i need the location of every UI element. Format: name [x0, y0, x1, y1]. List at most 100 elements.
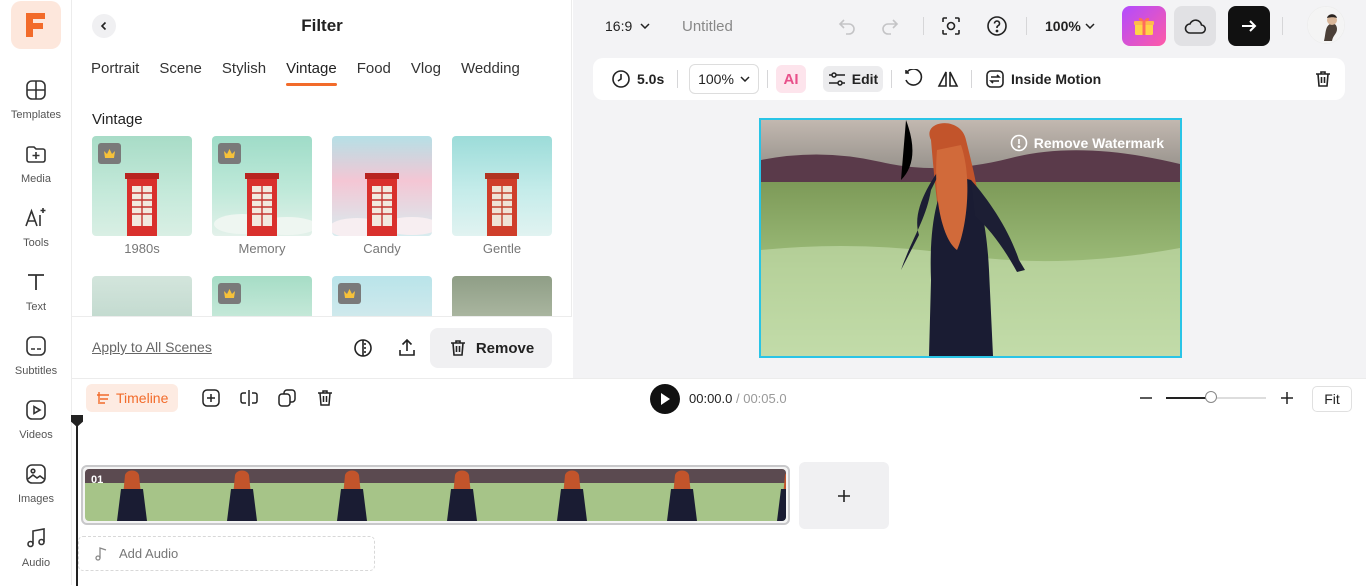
- rail-label: Templates: [10, 109, 62, 121]
- tab-vlog[interactable]: Vlog: [411, 60, 441, 86]
- project-name[interactable]: Untitled: [682, 18, 733, 35]
- zoom-in-icon[interactable]: [1279, 390, 1295, 406]
- help-icon[interactable]: [985, 14, 1009, 38]
- delete-clip-icon[interactable]: [315, 388, 335, 408]
- tab-stylish[interactable]: Stylish: [222, 60, 266, 86]
- chevron-down-icon: [1085, 23, 1095, 29]
- video-canvas[interactable]: Remove Watermark: [759, 118, 1182, 358]
- apply-to-all-scenes-link[interactable]: Apply to All Scenes: [92, 339, 212, 355]
- filter-thumb-1980s[interactable]: [92, 136, 192, 236]
- play-icon: [661, 393, 670, 405]
- ai-label: AI: [783, 70, 799, 88]
- chevron-down-icon: [740, 76, 750, 82]
- rail-item-media[interactable]: Media: [0, 141, 72, 197]
- remove-filter-button[interactable]: Remove: [430, 328, 552, 368]
- export-button[interactable]: [1228, 6, 1270, 46]
- filter-thumb[interactable]: [212, 276, 312, 316]
- zoom-out-icon[interactable]: [1138, 390, 1154, 406]
- inside-motion-button[interactable]: Inside Motion: [985, 58, 1101, 100]
- tab-scene[interactable]: Scene: [159, 60, 202, 86]
- fit-button[interactable]: Fit: [1312, 386, 1352, 412]
- gift-button[interactable]: [1122, 6, 1166, 46]
- info-icon: [1010, 134, 1028, 152]
- crown-icon: [218, 143, 241, 164]
- media-icon: [23, 141, 49, 167]
- rail-item-tools[interactable]: Tools: [0, 205, 72, 261]
- filter-thumb-candy[interactable]: [332, 136, 432, 236]
- divider: [1026, 17, 1027, 35]
- timeline-zoom-slider[interactable]: [1166, 391, 1266, 403]
- zoom-select[interactable]: 100%: [1045, 18, 1095, 34]
- phone-booth-image: [332, 173, 432, 236]
- filter-thumb[interactable]: [452, 276, 552, 316]
- flip-icon[interactable]: [937, 58, 959, 100]
- avatar[interactable]: [1307, 6, 1345, 44]
- text-icon: [23, 269, 49, 295]
- play-button[interactable]: [650, 384, 680, 414]
- rail-label: Tools: [23, 237, 49, 249]
- rotate-icon[interactable]: [904, 58, 924, 100]
- rail-item-images[interactable]: Images: [0, 461, 72, 517]
- rail-item-subtitles[interactable]: Subtitles: [0, 333, 72, 389]
- current-time: 00:00.0: [689, 391, 733, 406]
- panel-title: Filter: [301, 16, 343, 35]
- compare-icon[interactable]: [352, 337, 374, 359]
- phone-booth-image: [485, 173, 519, 236]
- tab-vintage[interactable]: Vintage: [286, 60, 337, 86]
- arrow-right-icon: [1242, 20, 1257, 32]
- crown-icon: [338, 283, 361, 304]
- subtitles-icon: [23, 333, 49, 359]
- split-icon[interactable]: [239, 388, 259, 408]
- divider: [767, 70, 768, 88]
- upload-icon[interactable]: [396, 337, 418, 359]
- cloud-icon: [1184, 19, 1207, 34]
- video-frame-image: [761, 120, 1180, 356]
- screen-record-icon[interactable]: [939, 14, 963, 38]
- sliders-icon: [828, 72, 845, 86]
- motion-icon: [986, 70, 1004, 88]
- ai-magic-button[interactable]: AI: [776, 65, 806, 93]
- add-scene-button[interactable]: [799, 462, 889, 529]
- inside-motion-label: Inside Motion: [1011, 71, 1102, 87]
- remove-watermark-button[interactable]: Remove Watermark: [1010, 134, 1164, 152]
- duplicate-icon[interactable]: [277, 388, 297, 408]
- filter-label: Gentle: [482, 241, 522, 256]
- rail-label: Text: [25, 301, 47, 313]
- zoom-knob[interactable]: [1205, 391, 1217, 403]
- delete-icon[interactable]: [1313, 58, 1333, 100]
- rail-item-audio[interactable]: Audio: [0, 525, 72, 581]
- filter-label: Memory: [238, 241, 286, 256]
- filter-thumb[interactable]: [92, 276, 192, 316]
- edit-button[interactable]: Edit: [823, 66, 883, 92]
- brand-logo-icon[interactable]: [11, 1, 61, 49]
- duration-button[interactable]: 5.0s: [611, 58, 664, 100]
- trash-icon: [450, 340, 465, 356]
- tab-wedding[interactable]: Wedding: [461, 60, 520, 86]
- timeline-label: Timeline: [116, 390, 169, 406]
- zoom-value: 100%: [1045, 18, 1081, 34]
- divider: [677, 70, 678, 88]
- section-title: Vintage: [92, 111, 143, 128]
- playhead-handle[interactable]: [71, 415, 83, 427]
- tab-portrait[interactable]: Portrait: [91, 60, 139, 86]
- rail-item-text[interactable]: Text: [0, 269, 72, 325]
- undo-icon[interactable]: [835, 14, 859, 38]
- filter-thumb-memory[interactable]: [212, 136, 312, 236]
- scale-select[interactable]: 100%: [689, 64, 759, 94]
- redo-icon[interactable]: [878, 14, 902, 38]
- element-toolbar: 5.0s 100% AI Edit Inside Motion: [593, 58, 1345, 100]
- tab-food[interactable]: Food: [357, 60, 391, 86]
- clip-frames: 01: [85, 469, 786, 521]
- add-audio-track[interactable]: Add Audio: [78, 536, 375, 571]
- rail-item-videos[interactable]: Videos: [0, 397, 72, 453]
- aspect-ratio-select[interactable]: 16:9: [605, 18, 650, 34]
- cloud-save-button[interactable]: [1174, 6, 1216, 46]
- filter-thumb-gentle[interactable]: [452, 136, 552, 236]
- timeline-toggle[interactable]: Timeline: [86, 384, 179, 412]
- add-clip-icon[interactable]: [201, 388, 221, 408]
- filter-thumb[interactable]: [332, 276, 432, 316]
- video-clip[interactable]: 01: [81, 465, 790, 525]
- rail-label: Media: [21, 173, 51, 185]
- images-icon: [23, 461, 49, 487]
- rail-item-templates[interactable]: Templates: [0, 77, 72, 133]
